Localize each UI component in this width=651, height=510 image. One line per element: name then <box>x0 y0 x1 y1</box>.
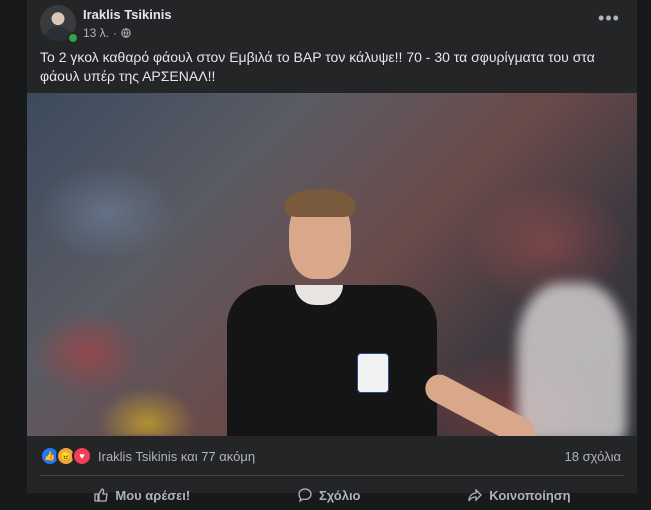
post-card: Iraklis Tsikinis 13 λ. · ••• Το 2 γκολ κ… <box>27 0 637 503</box>
comment-button[interactable]: Σχόλιο <box>297 480 361 510</box>
photo-player <box>517 283 627 436</box>
reaction-icons[interactable]: 👍 😠 ♥ <box>40 446 92 466</box>
globe-icon <box>121 28 131 38</box>
divider <box>40 475 624 476</box>
like-button[interactable]: Μου αρέσει! <box>93 480 190 510</box>
love-icon: ♥ <box>72 446 92 466</box>
reactions-row: 👍 😠 ♥ Iraklis Tsikinis και 77 ακόμη 18 σ… <box>40 445 621 467</box>
post-photo[interactable] <box>27 93 637 436</box>
like-label: Μου αρέσει! <box>115 487 191 503</box>
comment-label: Σχόλιο <box>318 487 361 503</box>
share-label: Κοινοποίηση <box>489 487 571 503</box>
post-text: Το 2 γκολ καθαρό φάουλ στον Εμβιλά το ΒΑ… <box>40 49 595 84</box>
author-name[interactable]: Iraklis Tsikinis <box>83 7 172 22</box>
comment-icon <box>298 488 312 503</box>
referee-badge <box>357 353 389 393</box>
action-bar: Μου αρέσει! Σχόλιο Κοινοποίηση <box>40 480 624 510</box>
online-status-dot <box>67 32 79 44</box>
more-options-button[interactable]: ••• <box>597 9 621 31</box>
thumbs-up-icon <box>94 488 109 502</box>
comments-count[interactable]: 18 σχόλια <box>565 449 621 464</box>
photo-referee <box>227 189 540 436</box>
post-time[interactable]: 13 λ. <box>83 26 109 40</box>
post-header: Iraklis Tsikinis 13 λ. · ••• <box>40 5 637 45</box>
share-button[interactable]: Κοινοποίηση <box>467 480 571 510</box>
reactions-summary[interactable]: Iraklis Tsikinis και 77 ακόμη <box>98 449 255 464</box>
post-meta: 13 λ. · <box>83 26 131 40</box>
share-icon <box>468 488 483 502</box>
